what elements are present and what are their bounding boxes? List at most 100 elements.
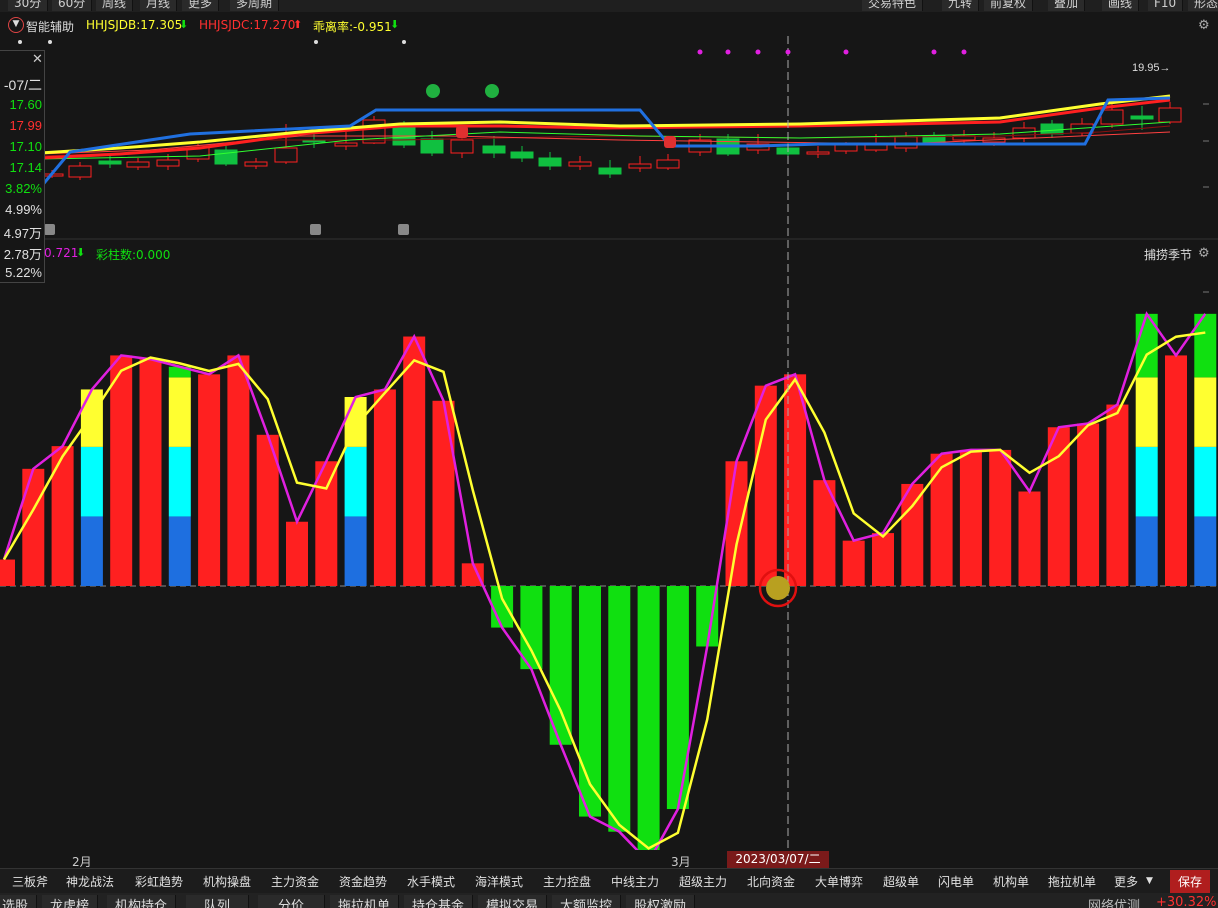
info-change: 3.82% [5,181,42,196]
indicator-bar [754,385,777,586]
tab-chaojidan[interactable]: 超级单 [883,873,919,890]
tab-beixiang[interactable]: 北向资金 [747,873,795,890]
candle-body [482,145,506,154]
tab-fenjia[interactable]: 分价 [258,895,326,908]
tab-duilie[interactable]: 队列 [186,895,250,908]
star-marker-icon [843,49,849,55]
candle-body [420,138,444,154]
tab-shandian[interactable]: 闪电单 [938,873,974,890]
pattern-button[interactable]: 形态 [1188,0,1218,11]
indicator-bar [666,586,689,810]
f10-button[interactable]: F10 [1148,0,1184,11]
tab-shuishou[interactable]: 水手模式 [407,873,455,890]
indicator-bar [1106,404,1129,586]
indicator-bar-segment [1194,516,1217,586]
multi-period-button[interactable]: 多周期 [230,0,280,11]
tab-guquan-jili[interactable]: 股权激励 [626,895,696,908]
buy-marker-icon [664,136,676,148]
indicator-bar-segment [1194,446,1217,517]
tab-chaoji-zhuli[interactable]: 超级主力 [679,873,727,890]
indicator-bar [0,559,15,586]
tab-tuolaji[interactable]: 拖拉机单 [1048,873,1096,890]
indicator-bar [959,449,982,586]
star-marker-icon [314,40,318,44]
indicator-bar [1047,427,1070,586]
tab-chicang-jijin[interactable]: 持仓基金 [404,895,474,908]
tab-shenlong[interactable]: 神龙战法 [66,873,114,890]
tab-more[interactable]: 更多 [1114,873,1138,890]
indicator-bar: ▼ 智能辅助 HHJSJDB:17.305 ⬇ HHJSJDC:17.270 ⬆… [0,15,1218,37]
signal-dot [766,576,790,600]
indicator-bar [608,586,631,832]
info-close: 17.14 [9,160,42,175]
tab-moni-jiaoyi[interactable]: 模拟交易 [478,895,548,908]
indicator-bar [842,540,865,586]
indicator-bar-segment [1135,446,1158,517]
star-marker-icon [402,40,406,44]
star-marker-icon [48,40,52,44]
tab-zhongxian[interactable]: 中线主力 [611,873,659,890]
cursor-date-label: 2023/03/07/二 [727,851,829,868]
tab-sanbanfu[interactable]: 三板斧 [12,873,48,890]
draw-line-button[interactable]: 画线 [1102,0,1140,11]
trade-feature-button[interactable]: 交易特色 [862,0,924,11]
period-month-button[interactable]: 月线 [140,0,178,11]
tab-dadan[interactable]: 大单博弈 [815,873,863,890]
nine-turn-button[interactable]: 九转 [942,0,980,11]
indicator-bar [1165,355,1187,586]
period-30min-button[interactable]: 30分 [8,0,49,11]
net-status: 网络优测 [1088,899,1141,908]
info-open: 17.60 [9,97,42,112]
indicator-bar [1077,423,1100,586]
candle-body [156,159,180,167]
candle-body [68,165,92,178]
tab-dae-jiankong[interactable]: 大额监控 [552,895,622,908]
tab-longhubang[interactable]: 龙虎榜 [42,895,99,908]
tab-caihong[interactable]: 彩虹趋势 [135,873,183,890]
info-high: 17.99 [9,118,42,133]
indicator-bar-segment [1194,377,1217,447]
sell-marker-icon [485,84,499,98]
save-button[interactable]: 保存 [1170,870,1211,893]
indicator-bar [403,336,426,586]
indicator-bar-segment [80,389,103,447]
tab-xuangu[interactable]: 选股 [0,895,38,908]
candle-body [450,139,474,154]
indicator-bar-segment [80,446,103,517]
buy-marker-icon [456,126,468,138]
candle-body [1130,115,1154,120]
indicator-bar [198,374,221,586]
chevron-down-icon[interactable]: ▼ [1146,876,1153,886]
tab-jigoudan[interactable]: 机构单 [993,873,1029,890]
guaili-value: 乖离率:-0.951 [313,20,392,34]
tab-zijin-qushi[interactable]: 资金趋势 [339,873,387,890]
period-more-button[interactable]: 更多 [182,0,220,11]
close-icon[interactable]: ✕ [32,52,43,67]
indicator-bar [373,389,396,586]
candle-body [126,161,150,168]
candle-body [1040,123,1064,135]
period-week-button[interactable]: 周线 [96,0,134,11]
period-60min-button[interactable]: 60分 [52,0,93,11]
overlay-button[interactable]: 叠加 [1048,0,1086,11]
tab-zhuli-zijin[interactable]: 主力资金 [271,873,319,890]
candle-body [538,157,562,167]
indicator-dropdown-icon[interactable]: ▼ [8,17,24,33]
star-marker-icon [961,49,967,55]
candle-body [1158,107,1182,123]
tab-jigou-chicang[interactable]: 机构持仓 [107,895,177,908]
tab-haiyang[interactable]: 海洋模式 [475,873,523,890]
gear-icon[interactable]: ⚙ [1198,18,1210,33]
indicator-chart[interactable] [0,240,1218,850]
candle-body [656,159,680,169]
tab-tuolaji-jidan[interactable]: 拖拉机单 [330,895,400,908]
tab-jigou-caopan[interactable]: 机构操盘 [203,873,251,890]
adjust-button[interactable]: 前复权 [984,0,1034,11]
candle-body [334,142,358,147]
price-chart[interactable]: 19.95→ [0,36,1218,241]
indicator-bar-segment [80,516,103,586]
tab-zhuli-kongpan[interactable]: 主力控盘 [543,873,591,890]
indicator-name[interactable]: 智能辅助 [26,18,74,35]
indicator-bar [432,400,455,586]
indicator-bar [110,355,133,586]
